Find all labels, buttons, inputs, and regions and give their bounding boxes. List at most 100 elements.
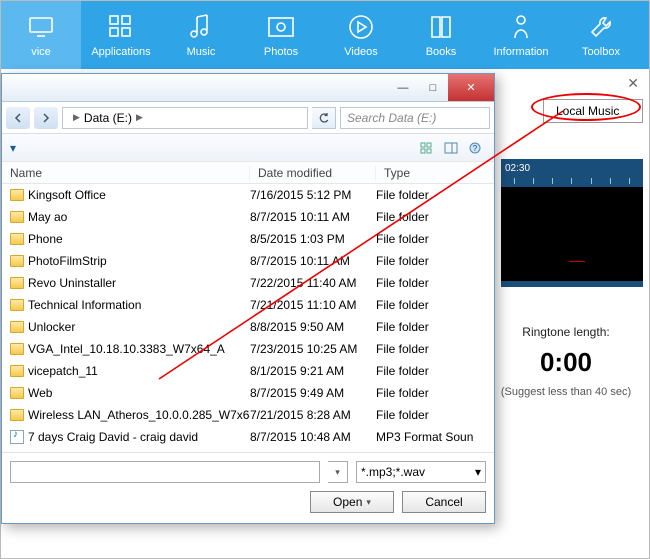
dialog-toolbar: ▾ ? — [2, 134, 494, 162]
file-name: Phone — [28, 232, 63, 246]
file-type: MP3 Format Soun — [376, 430, 494, 444]
breadcrumb-segment[interactable]: Data (E:) — [84, 111, 132, 125]
music-file-icon — [10, 430, 24, 444]
file-name: Technical Information — [28, 298, 141, 312]
file-row[interactable]: Unlocker8/8/2015 9:50 AMFile folder — [2, 316, 494, 338]
nav-books[interactable]: Books — [401, 1, 481, 69]
file-name: Unlocker — [28, 320, 75, 334]
file-name: vicepatch_11 — [28, 364, 98, 378]
folder-icon — [10, 365, 24, 377]
file-date: 7/21/2015 8:28 AM — [250, 408, 376, 422]
file-row[interactable]: Web8/7/2015 9:49 AMFile folder — [2, 382, 494, 404]
cancel-button[interactable]: Cancel — [402, 491, 486, 513]
filetype-select[interactable]: *.mp3;*.wav ▾ — [356, 461, 486, 483]
organize-dropdown-caret[interactable]: ▾ — [10, 141, 16, 155]
file-row[interactable]: Wireless LAN_Atheros_10.0.0.285_W7x64_A7… — [2, 404, 494, 426]
filename-row: ▾ *.mp3;*.wav ▾ — [2, 452, 494, 491]
folder-icon — [10, 233, 24, 245]
file-type: File folder — [376, 408, 494, 422]
column-name-header[interactable]: Name — [2, 166, 250, 180]
nav-label: Videos — [344, 46, 377, 58]
file-date: 8/7/2015 10:11 AM — [250, 254, 376, 268]
chevron-down-icon: ▾ — [475, 465, 481, 479]
nav-label: Applications — [91, 46, 150, 58]
music-icon — [189, 12, 213, 42]
preview-pane-button[interactable] — [440, 138, 462, 158]
path-breadcrumb[interactable]: ▶ Data (E:) ▶ — [62, 107, 308, 129]
nav-photos[interactable]: Photos — [241, 1, 321, 69]
address-bar: ▶ Data (E:) ▶ Search Data (E:) — [2, 102, 494, 134]
nav-label: vice — [31, 46, 51, 58]
main-navbar: vice Applications Music Photos Videos Books In… — [1, 1, 649, 69]
file-name: Revo Uninstaller — [28, 276, 116, 290]
folder-icon — [10, 255, 24, 267]
file-open-dialog: — □ ✕ ▶ Data (E:) ▶ Search Data (E:) — [1, 73, 495, 524]
file-type: File folder — [376, 298, 494, 312]
file-type: File folder — [376, 210, 494, 224]
file-type: File folder — [376, 364, 494, 378]
file-row[interactable]: Revo Uninstaller7/22/2015 11:40 AMFile f… — [2, 272, 494, 294]
panel-close-icon[interactable]: ✕ — [627, 75, 639, 92]
file-name: VGA_Intel_10.18.10.3383_W7x64_A — [28, 342, 225, 356]
forward-button[interactable] — [34, 107, 58, 129]
info-icon — [509, 12, 533, 42]
close-button[interactable]: ✕ — [448, 74, 494, 101]
nav-toolbox[interactable]: Toolbox — [561, 1, 641, 69]
file-type: File folder — [376, 254, 494, 268]
toolbox-icon — [588, 12, 614, 42]
folder-icon — [10, 299, 24, 311]
file-row[interactable]: Kingsoft Office7/16/2015 5:12 PMFile fol… — [2, 184, 494, 206]
books-icon — [429, 12, 453, 42]
nav-device[interactable]: vice — [1, 1, 81, 69]
search-input[interactable]: Search Data (E:) — [340, 107, 490, 129]
file-list: Name Date modified Type Kingsoft Office7… — [2, 162, 494, 452]
nav-music[interactable]: Music — [161, 1, 241, 69]
nav-info[interactable]: Information — [481, 1, 561, 69]
open-button[interactable]: Open — [310, 491, 394, 513]
file-date: 8/1/2015 9:21 AM — [250, 364, 376, 378]
refresh-button[interactable] — [312, 107, 336, 129]
ringtone-length-value: 0:00 — [491, 347, 641, 378]
column-date-header[interactable]: Date modified — [250, 166, 376, 180]
nav-label: Information — [493, 46, 548, 58]
back-button[interactable] — [6, 107, 30, 129]
device-icon — [27, 12, 55, 42]
search-placeholder: Search Data (E:) — [347, 111, 436, 125]
file-row[interactable]: vicepatch_11 8/1/2015 9:21 AMFile folder — [2, 360, 494, 382]
file-name: 7 days Craig David - craig david — [28, 430, 198, 444]
help-button[interactable]: ? — [464, 138, 486, 158]
file-row[interactable]: PhotoFilmStrip 8/7/2015 10:11 AMFile fold… — [2, 250, 494, 272]
folder-icon — [10, 321, 24, 333]
nav-label: Books — [426, 46, 457, 58]
breadcrumb-arrow-icon: ▶ — [73, 112, 80, 123]
local-music-button[interactable]: Local Music — [543, 99, 643, 123]
nav-label: Music — [187, 46, 216, 58]
filename-input[interactable] — [10, 461, 320, 483]
file-date: 7/23/2015 10:25 AM — [250, 342, 376, 356]
nav-videos[interactable]: Videos — [321, 1, 401, 69]
nav-apps[interactable]: Applications — [81, 1, 161, 69]
file-row[interactable]: Phone 8/5/2015 1:03 PMFile folder — [2, 228, 494, 250]
file-row[interactable]: Technical Information7/21/2015 11:10 AMF… — [2, 294, 494, 316]
file-type: File folder — [376, 386, 494, 400]
file-row[interactable]: VGA_Intel_10.18.10.3383_W7x64_A 7/23/2015… — [2, 338, 494, 360]
breadcrumb-arrow-icon: ▶ — [136, 112, 143, 123]
waveform-preview: 02:30 — [501, 159, 643, 287]
file-name: PhotoFilmStrip — [28, 254, 107, 268]
file-name: Web — [28, 386, 52, 400]
folder-icon — [10, 211, 24, 223]
filename-dropdown-caret[interactable]: ▾ — [328, 461, 348, 483]
ringtone-length-info: Ringtone length: 0:00 (Suggest less than… — [491, 325, 641, 398]
videos-icon — [348, 12, 374, 42]
file-date: 7/16/2015 5:12 PM — [250, 188, 376, 202]
file-row[interactable]: May ao8/7/2015 10:11 AMFile folder — [2, 206, 494, 228]
nav-label: Photos — [264, 46, 298, 58]
file-row[interactable]: 7 days Craig David - craig david8/7/2015… — [2, 426, 494, 448]
view-mode-button[interactable] — [416, 138, 438, 158]
column-type-header[interactable]: Type — [376, 166, 494, 180]
file-type: File folder — [376, 232, 494, 246]
file-type: File folder — [376, 342, 494, 356]
file-date: 8/5/2015 1:03 PM — [250, 232, 376, 246]
minimize-button[interactable]: — — [388, 74, 418, 101]
maximize-button[interactable]: □ — [418, 74, 448, 101]
